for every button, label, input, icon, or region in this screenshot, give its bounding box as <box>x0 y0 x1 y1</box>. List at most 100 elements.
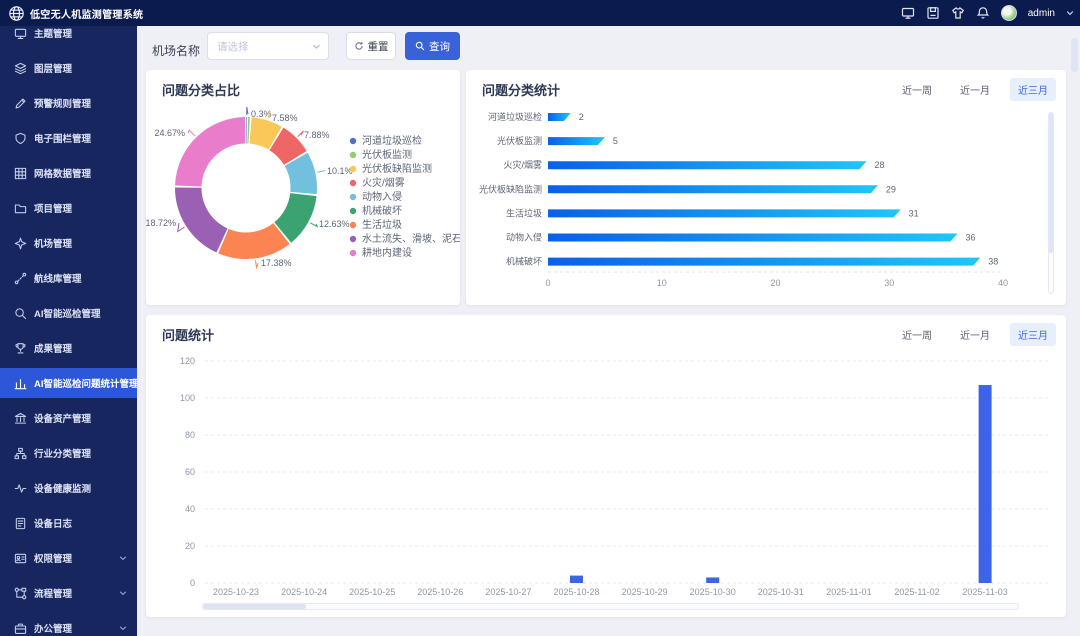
hbar-bar-1[interactable] <box>548 137 605 145</box>
legend-label: 水土流失、滑坡、泥石流 <box>362 232 460 245</box>
sidebar-item-device-logs[interactable]: 设备日志 <box>0 508 137 538</box>
pie-label-leader <box>317 171 325 173</box>
vertical-bar-chart: 1201008060402002025-10-232025-10-242025-… <box>146 315 1066 617</box>
app-title: 低空无人机监测管理系统 <box>30 6 143 21</box>
monitor-icon[interactable] <box>901 6 915 20</box>
sidebar-item-industry[interactable]: 行业分类管理 <box>0 438 137 468</box>
page-scrollbar-thumb[interactable] <box>1071 38 1078 72</box>
tab-近三月[interactable]: 近三月 <box>1010 78 1056 101</box>
tab-近一周[interactable]: 近一周 <box>894 78 940 101</box>
hbar-bar-5[interactable] <box>548 234 958 242</box>
bank-icon <box>14 412 27 425</box>
sidebar-item-label: 图层管理 <box>34 61 72 75</box>
vbar-x-label: 2025-10-23 <box>213 587 259 597</box>
hbar-category-label: 机械破坏 <box>506 256 542 267</box>
legend-item-6[interactable]: 生活垃圾 <box>350 218 402 231</box>
pie-percent-label: 7.88% <box>304 130 330 140</box>
pie-slice-7[interactable] <box>175 188 227 253</box>
sidebar-item-label: 主题管理 <box>34 26 72 40</box>
shield-icon <box>14 132 27 145</box>
hbar-category-label: 火灾/烟雾 <box>503 159 542 170</box>
vbar-bar-11[interactable] <box>979 385 992 583</box>
sidebar-item-label: 行业分类管理 <box>34 446 91 460</box>
tab-近三月[interactable]: 近三月 <box>1010 323 1056 346</box>
data-zoom-thumb[interactable] <box>203 604 306 609</box>
pie-label-leader <box>298 131 304 137</box>
hbar-bar-6[interactable] <box>548 258 980 266</box>
sidebar-item-workflow[interactable]: 流程管理 <box>0 578 137 608</box>
tab-近一月[interactable]: 近一月 <box>952 323 998 346</box>
pie-percent-label: 10.1% <box>327 166 353 176</box>
scrollbar-thumb[interactable] <box>1049 113 1053 253</box>
legend-label: 光伏板监测 <box>362 148 412 161</box>
sidebar-item-project[interactable]: 项目管理 <box>0 193 137 223</box>
vbar-bar-7[interactable] <box>706 577 719 583</box>
hbar-value-label: 29 <box>886 184 896 194</box>
legend-item-4[interactable]: 动物入侵 <box>350 190 402 203</box>
vbar-x-label: 2025-10-26 <box>417 587 463 597</box>
legend-item-8[interactable]: 耕地内建设 <box>350 246 412 259</box>
sidebar-item-grid-data[interactable]: 网格数据管理 <box>0 158 137 188</box>
sidebar-item-achievements[interactable]: 成果管理 <box>0 333 137 363</box>
sidebar-item-warning-rules[interactable]: 预警规则管理 <box>0 88 137 118</box>
chart-vertical-scrollbar[interactable] <box>1048 112 1054 294</box>
username[interactable]: admin <box>1028 8 1055 19</box>
pie-slice-1[interactable] <box>247 117 249 144</box>
pie-percent-label: 12.63% <box>319 219 350 229</box>
legend-item-5[interactable]: 机械破坏 <box>350 204 402 217</box>
legend-item-0[interactable]: 河道垃圾巡检 <box>350 134 422 147</box>
vbar-bar-5[interactable] <box>570 576 583 583</box>
hbar-bar-0[interactable] <box>548 113 571 121</box>
hbar-bar-3[interactable] <box>548 185 878 193</box>
sidebar-item-layers[interactable]: 图层管理 <box>0 53 137 83</box>
chevron-down-icon[interactable] <box>1066 9 1074 17</box>
hbar-bar-4[interactable] <box>548 209 901 217</box>
sidebar-item-device-health[interactable]: 设备健康监测 <box>0 473 137 503</box>
tab-近一周[interactable]: 近一周 <box>894 323 940 346</box>
hbar-value-label: 2 <box>579 112 584 122</box>
save-icon[interactable] <box>926 6 940 20</box>
data-zoom-slider[interactable] <box>202 603 1019 610</box>
pie-percent-label: 7.58% <box>272 113 298 123</box>
sidebar-item-ai-stats[interactable]: AI智能巡检问题统计管理 <box>0 368 137 398</box>
sidebar-item-e-fence[interactable]: 电子围栏管理 <box>0 123 137 153</box>
sidebar-item-theme[interactable]: 主题管理 <box>0 26 137 48</box>
hbar-bar-2[interactable] <box>548 161 867 169</box>
pie-slice-0[interactable] <box>246 117 247 144</box>
sidebar-item-route-lib[interactable]: 航线库管理 <box>0 263 137 293</box>
sidebar-item-permissions[interactable]: 权限管理 <box>0 543 137 573</box>
sidebar-item-device-assets[interactable]: 设备资产管理 <box>0 403 137 433</box>
hbar-value-label: 28 <box>875 160 885 170</box>
legend-item-1[interactable]: 光伏板监测 <box>350 148 412 161</box>
sidebar-item-ai-inspect[interactable]: AI智能巡检管理 <box>0 298 137 328</box>
bell-icon[interactable] <box>976 6 990 20</box>
legend-label: 光伏板缺陷监测 <box>362 162 432 175</box>
legend-item-3[interactable]: 火灾/烟雾 <box>350 176 405 189</box>
vbar-y-tick: 40 <box>185 504 195 514</box>
vbar-y-tick: 0 <box>190 578 195 588</box>
reset-button[interactable]: 重置 <box>346 32 396 60</box>
query-button[interactable]: 查询 <box>405 32 460 60</box>
pie-label-leader <box>188 130 195 136</box>
pie-slice-8[interactable] <box>175 117 245 186</box>
legend-item-2[interactable]: 光伏板缺陷监测 <box>350 162 432 175</box>
airport-select[interactable]: 请选择 <box>207 32 329 60</box>
tab-近一月[interactable]: 近一月 <box>952 78 998 101</box>
avatar[interactable] <box>1001 5 1017 21</box>
pie-slice-6[interactable] <box>218 223 289 259</box>
vbar-y-tick: 60 <box>185 467 195 477</box>
sidebar-item-label: 设备日志 <box>34 516 72 530</box>
sidebar-item-airport[interactable]: 机场管理 <box>0 228 137 258</box>
hbar-category-label: 光伏板缺陷监测 <box>479 183 542 194</box>
app-header: 低空无人机监测管理系统 admin <box>0 0 1080 26</box>
legend-item-7[interactable]: 水土流失、滑坡、泥石流 <box>350 232 460 245</box>
theme-icon[interactable] <box>951 6 965 20</box>
legend-dot <box>350 180 356 186</box>
sidebar-item-label: 机场管理 <box>34 236 72 250</box>
route-icon <box>14 272 27 285</box>
sidebar-item-office[interactable]: 办公管理 <box>0 613 137 636</box>
bar-chart-icon <box>14 377 27 390</box>
hbar-category-label: 光伏板监测 <box>497 135 542 146</box>
sidebar-item-label: AI智能巡检管理 <box>34 306 101 320</box>
tree-icon <box>14 447 27 460</box>
